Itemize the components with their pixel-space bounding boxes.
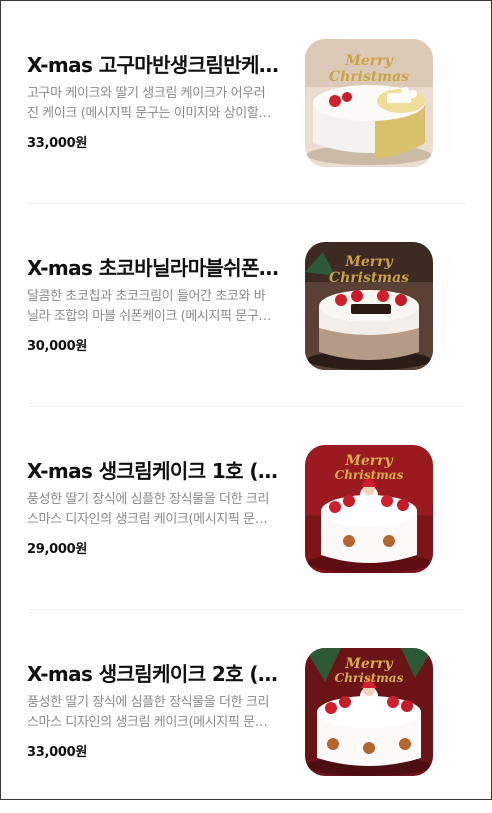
svg-text:Christmas: Christmas — [329, 270, 409, 286]
product-description: 고구마 케이크와 딸기 생크림 케이크가 어우러진 케이크 (메시지픽 문구는 … — [27, 86, 266, 121]
product-image[interactable]: Merry Christmas — [305, 445, 433, 573]
product-description: 풍성한 딸기 장식에 심플한 장식물을 더한 크리스마스 디자인의 생크림 케이… — [27, 695, 270, 730]
cake-photo-strawberry-cream-1-icon: Merry Christmas — [305, 445, 433, 573]
product-price: 33,000원 — [27, 745, 88, 760]
product-title: X-mas 초코바닐라마블쉬폰케이크 — [27, 256, 279, 280]
product-item[interactable]: X-mas 생크림케이크 2호 (2호 사이즈) 풍성한 딸기 장식에 심플한 … — [1, 610, 491, 813]
product-item[interactable]: X-mas 초코바닐라마블쉬폰케이크 달콤한 초코칩과 초코크림이 들어간 초코… — [1, 204, 491, 407]
product-title: X-mas 생크림케이크 2호 (2호 사이즈) — [27, 662, 279, 686]
product-title: X-mas 생크림케이크 1호 (1호 사이즈) — [27, 459, 279, 483]
cake-photo-strawberry-cream-2-icon: Merry Christmas — [305, 648, 433, 776]
product-price: 30,000원 — [27, 339, 88, 354]
product-item[interactable]: X-mas 생크림케이크 1호 (1호 사이즈) 풍성한 딸기 장식에 심플한 … — [1, 407, 491, 610]
product-image[interactable]: Merry Christmas — [305, 39, 433, 167]
product-description: 풍성한 딸기 장식에 심플한 장식물을 더한 크리스마스 디자인의 생크림 케이… — [27, 492, 270, 527]
product-list: X-mas 고구마반생크림반케이크 고구마 케이크와 딸기 생크림 케이크가 어… — [1, 1, 491, 799]
svg-text:Christmas: Christmas — [329, 69, 409, 85]
product-image[interactable]: Merry Christmas — [305, 242, 433, 370]
product-title: X-mas 고구마반생크림반케이크 — [27, 53, 279, 77]
cake-photo-sweet-potato-half-icon: Merry Christmas — [305, 39, 433, 167]
product-image[interactable]: Merry Christmas — [305, 648, 433, 776]
product-item[interactable]: X-mas 고구마반생크림반케이크 고구마 케이크와 딸기 생크림 케이크가 어… — [1, 1, 491, 204]
product-price: 33,000원 — [27, 136, 88, 151]
svg-text:Merry: Merry — [344, 453, 393, 469]
product-description: 달콤한 초코칩과 초코크림이 들어간 초코와 바닐라 조합의 마블 쉬폰케이크 … — [27, 289, 270, 324]
svg-text:Merry: Merry — [344, 53, 393, 69]
svg-text:Merry: Merry — [344, 656, 393, 672]
svg-text:Merry: Merry — [344, 254, 393, 270]
svg-text:Christmas: Christmas — [335, 671, 404, 685]
svg-text:Christmas: Christmas — [335, 468, 404, 482]
product-price: 29,000원 — [27, 542, 88, 557]
cake-photo-choco-vanilla-marble-icon: Merry Christmas — [305, 242, 433, 370]
